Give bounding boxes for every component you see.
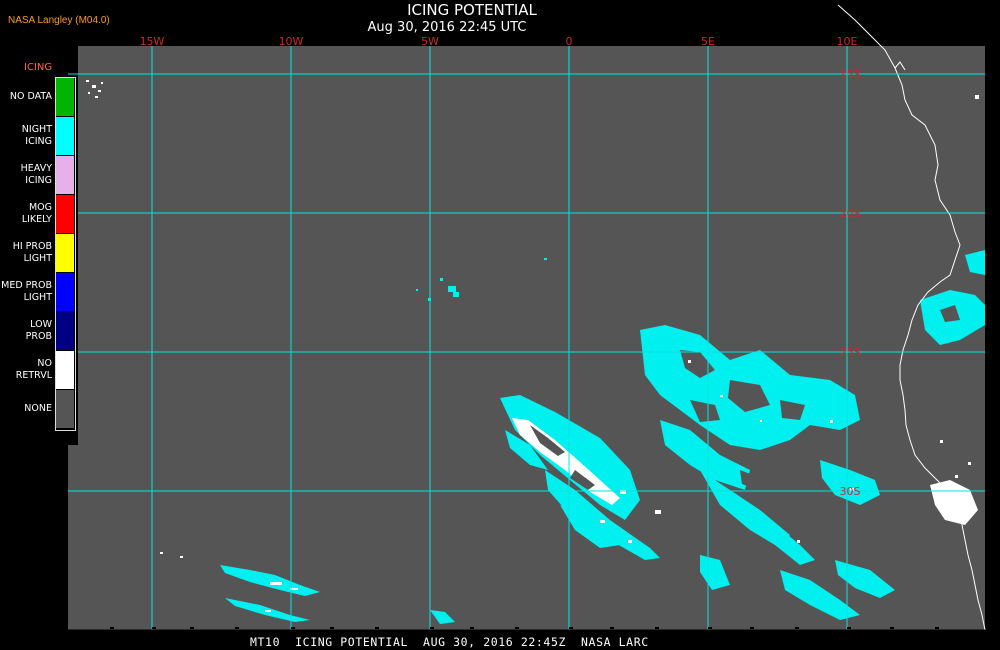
legend-label: LOW PROB	[25, 319, 52, 342]
legend-swatch-frame	[55, 77, 76, 431]
latitude-label: 30S	[840, 485, 861, 498]
longitude-label: 5E	[701, 35, 715, 48]
legend-label: NO DATA	[9, 91, 52, 102]
longitude-label: 15W	[140, 35, 165, 48]
legend-title: ICING	[24, 62, 53, 73]
legend-label: NIGHT ICING	[21, 124, 52, 147]
legend-label: NONE	[24, 403, 52, 414]
longitude-label: 0	[566, 35, 573, 48]
map-canvas: 15W 10W 5W 0 5E 10E 15S 20S 25S 30S	[68, 4, 986, 631]
longitude-label: 10E	[837, 35, 858, 48]
latitude-label: 15S	[840, 68, 861, 81]
footer-caption: MT10 ICING POTENTIAL AUG 30, 2016 22:45Z…	[250, 635, 649, 649]
legend-label: HI PROB LIGHT	[12, 241, 52, 264]
legend-label: NO RETRVL	[15, 358, 52, 381]
legend-label: MOG LIKELY	[21, 202, 52, 225]
legend-label: HEAVY ICING	[20, 163, 52, 186]
latitude-label: 25S	[840, 346, 861, 359]
longitude-label: 10W	[279, 35, 304, 48]
legend-label: MED PROB LIGHT	[1, 280, 52, 303]
latitude-label: 20S	[840, 207, 861, 220]
icing-map-view: NASA Langley (M04.0) ICING POTENTIAL Aug…	[0, 0, 1000, 650]
longitude-label: 5W	[421, 35, 439, 48]
